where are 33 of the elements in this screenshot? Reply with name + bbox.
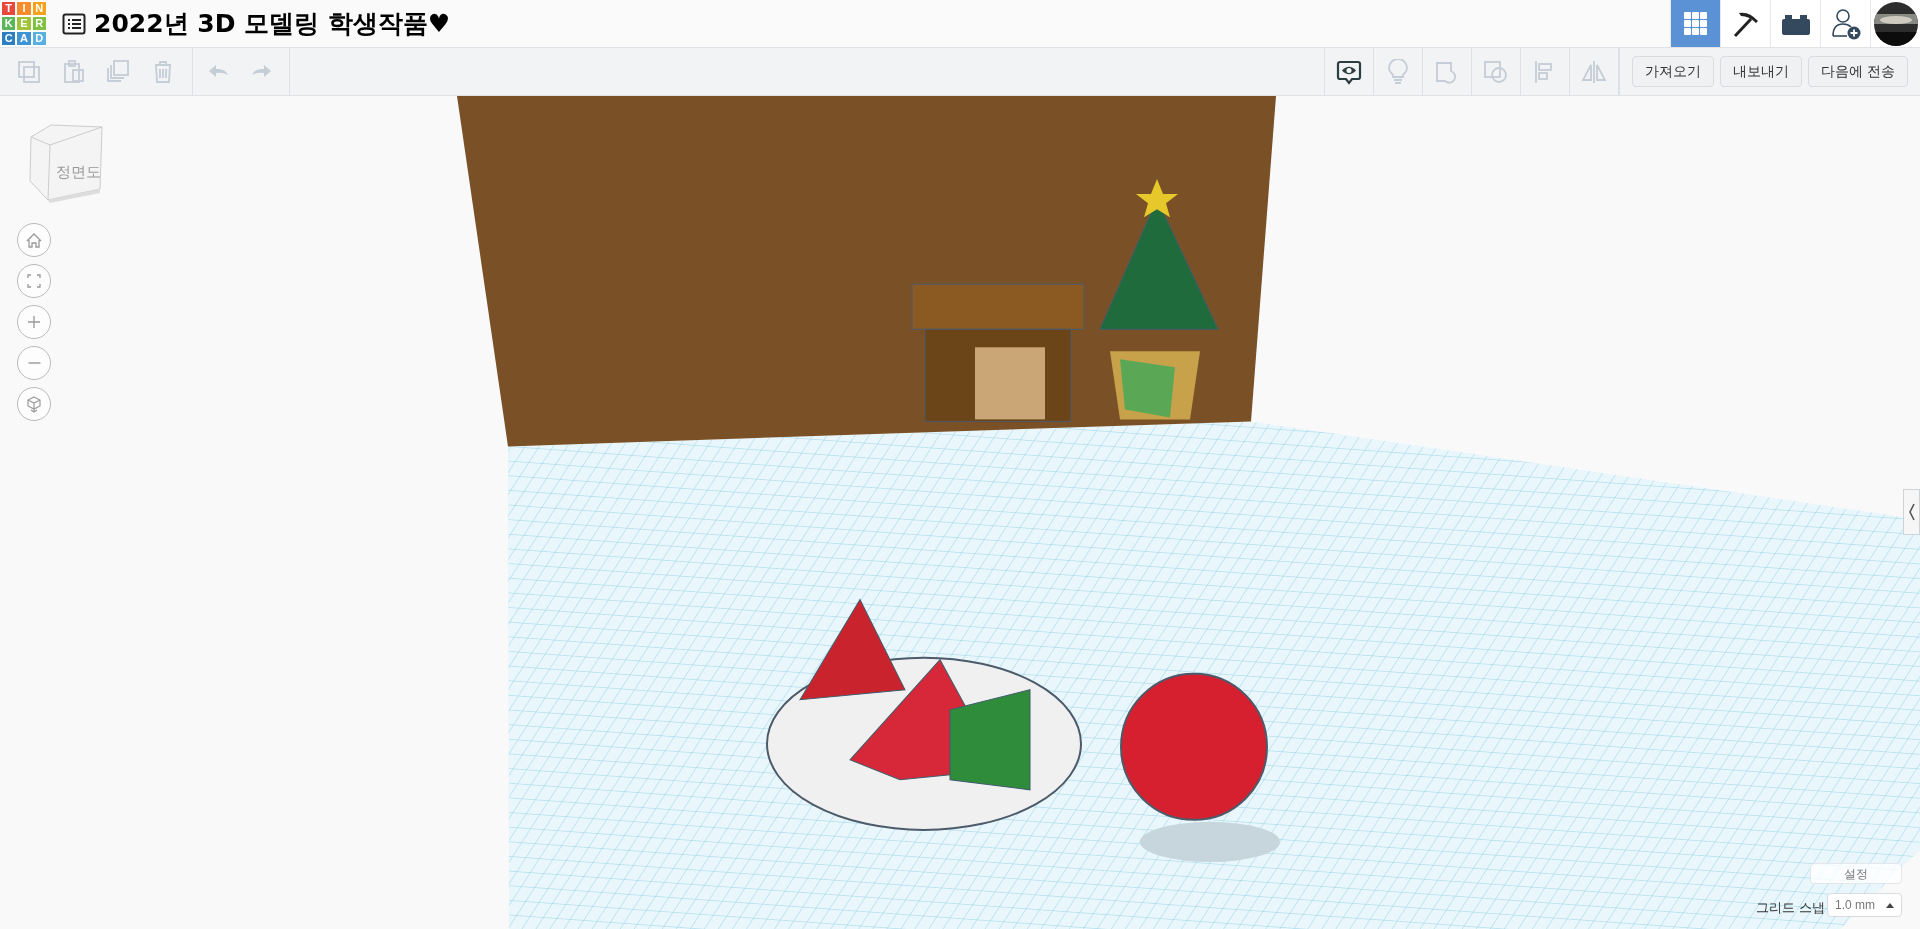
- action-button[interactable]: 가져오기: [1632, 56, 1715, 87]
- grid-snap-label: 그리드 스냅: [1756, 899, 1825, 917]
- panel-toggle[interactable]: [1903, 489, 1920, 535]
- design-title[interactable]: 2022년 3D 모델링 학생작품♥: [94, 4, 451, 43]
- view-control-button[interactable]: [17, 346, 51, 380]
- avatar-icon: [1873, 1, 1918, 46]
- duplicate-icon: [105, 58, 132, 85]
- view-control-button[interactable]: [17, 223, 51, 257]
- chevron-left-icon: [1907, 503, 1916, 521]
- user-add-icon: [1830, 7, 1861, 40]
- view-control-button[interactable]: [17, 305, 51, 339]
- nav-button[interactable]: [1720, 0, 1770, 47]
- grid-snap-dropdown[interactable]: 1.0 mm: [1827, 893, 1902, 917]
- tinkercad-logo[interactable]: T I N K E R C A D: [1, 0, 47, 47]
- list-icon[interactable]: [62, 12, 86, 35]
- nav-button[interactable]: [1770, 0, 1820, 47]
- eye-bubble-icon: [1336, 58, 1363, 85]
- action-button[interactable]: 내보내기: [1720, 56, 1803, 87]
- mirror-icon: [1581, 58, 1608, 85]
- caret-up-icon: [1886, 902, 1894, 908]
- brick-icon: [1781, 12, 1810, 35]
- minus-icon: [27, 362, 41, 364]
- view-control-button[interactable]: [17, 264, 51, 298]
- view-control-button[interactable]: [17, 387, 51, 421]
- settings-button[interactable]: 설정: [1810, 863, 1902, 884]
- group-icon: [1483, 58, 1510, 85]
- view-cube-label: 정면도: [56, 162, 101, 182]
- grid-snap-value: 1.0 mm: [1835, 897, 1875, 914]
- action-button[interactable]: 다음에 전송: [1808, 56, 1908, 87]
- nav-button[interactable]: [1870, 0, 1920, 47]
- nav-button[interactable]: [1820, 0, 1870, 47]
- grid-icon: [1683, 11, 1708, 36]
- copy-icon: [15, 58, 42, 85]
